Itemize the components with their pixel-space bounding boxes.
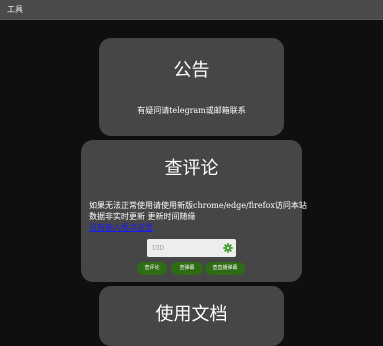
docs-card[interactable]: 使用文档: [99, 286, 284, 346]
top-bar-title: 工具: [7, 5, 23, 14]
review-card: 查评论 如果无法正常使用请使用新版chrome/edge/firefox访问本站…: [81, 140, 307, 282]
top-bar: 工具: [0, 0, 383, 20]
uid-input-box: [147, 239, 236, 257]
search-danmaku-button[interactable]: 查弹幕: [171, 262, 203, 275]
notice-title: 公告: [173, 60, 210, 81]
notice-text: 有疑问请telegram或邮箱联系: [137, 106, 246, 115]
uid-input[interactable]: [147, 239, 224, 257]
review-update-line: 数据非实时更新 更新时间随缘: [89, 212, 196, 221]
notice-card: 公告 有疑问请telegram或邮箱联系: [99, 38, 284, 136]
review-description: 如果无法正常使用请使用新版chrome/edge/firefox访问本站 数据非…: [89, 200, 307, 233]
gear-icon[interactable]: [223, 243, 233, 253]
no-input-box-link[interactable]: 没有输入框点这里: [89, 223, 153, 232]
review-title: 查评论: [164, 158, 219, 179]
docs-title: 使用文档: [155, 304, 228, 325]
review-notice-line: 如果无法正常使用请使用新版chrome/edge/firefox访问本站: [89, 201, 307, 210]
search-live-danmaku-button[interactable]: 查直播弹幕: [205, 262, 245, 275]
search-review-button[interactable]: 查评论: [137, 262, 167, 275]
